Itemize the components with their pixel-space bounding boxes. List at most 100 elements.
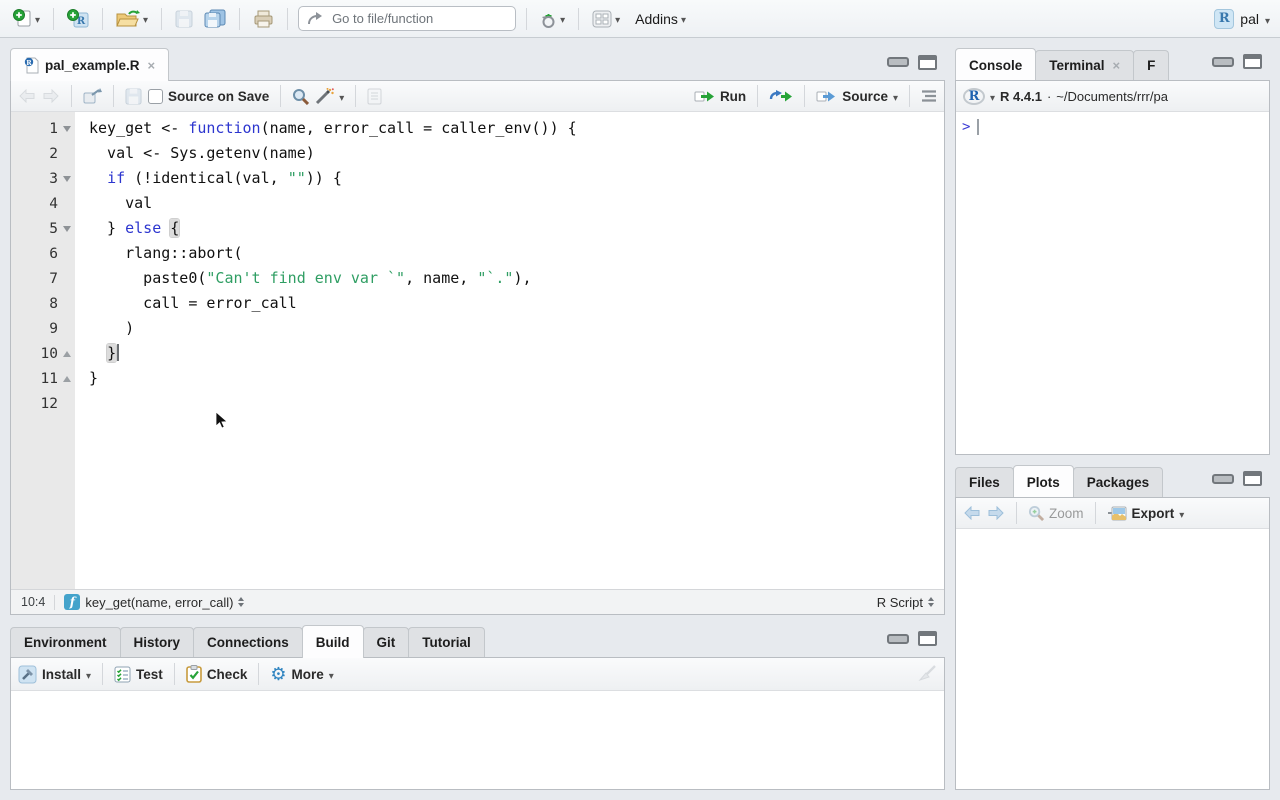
code-line[interactable]: } else { [89,216,944,241]
addins-button[interactable]: Addins [632,8,689,30]
code-line[interactable]: rlang::abort( [89,241,944,266]
gutter-row[interactable]: 9 [11,316,75,341]
r-version-caret-icon[interactable] [990,89,995,104]
minimize-icon[interactable] [1212,57,1234,67]
print-button[interactable] [250,8,277,30]
maximize-icon[interactable] [918,55,937,70]
plot-viewer[interactable] [956,529,1269,789]
clear-output-icon[interactable] [915,664,937,684]
open-file-caret-icon[interactable] [143,10,148,28]
code-line[interactable]: val <- Sys.getenv(name) [89,141,944,166]
tab-f[interactable]: F [1133,50,1169,80]
back-icon[interactable] [18,89,36,103]
code-lines[interactable]: key_get <- function(name, error_call = c… [75,112,944,589]
minimize-icon[interactable] [1212,474,1234,484]
document-outline-icon[interactable] [921,89,937,103]
test-button[interactable]: Test [114,666,163,683]
gutter-row[interactable]: 10 [11,341,75,366]
editor-gutter[interactable]: 123456789101112 [11,112,75,589]
code-line[interactable]: val [89,191,944,216]
forward-icon[interactable] [42,89,60,103]
new-file-caret-icon[interactable] [35,10,40,28]
run-button[interactable]: Run [694,89,746,104]
workspace-panes-button[interactable] [589,8,623,30]
gutter-row[interactable]: 1 [11,116,75,141]
source-on-save-toggle[interactable]: Source on Save [148,89,269,104]
fold-up-icon[interactable] [58,376,75,382]
minimize-icon[interactable] [887,57,909,67]
goto-file-search[interactable] [298,6,516,31]
tab-connections[interactable]: Connections [193,627,303,657]
install-caret-icon[interactable] [86,667,91,682]
code-line[interactable]: ) [89,316,944,341]
code-line[interactable]: } [89,366,944,391]
maximize-icon[interactable] [1243,54,1262,69]
save-button[interactable] [172,8,196,30]
maximize-icon[interactable] [1243,471,1262,486]
version-control-button[interactable] [537,7,568,31]
tab-terminal[interactable]: Terminal× [1035,50,1134,80]
gutter-row[interactable]: 4 [11,191,75,216]
tab-build[interactable]: Build [302,625,364,658]
more-caret-icon[interactable] [329,667,334,682]
tab-pal-example[interactable]: R pal_example.R × [10,48,169,81]
check-button[interactable]: Check [186,665,248,683]
source-button[interactable]: Source [816,89,898,104]
code-editor[interactable]: 123456789101112 key_get <- function(name… [11,112,944,589]
file-type-menu[interactable]: R Script [877,595,934,610]
next-plot-icon[interactable] [987,506,1005,520]
working-directory[interactable]: ~/Documents/rrr/pa [1056,89,1168,104]
fold-up-icon[interactable] [58,351,75,357]
compile-report-icon[interactable] [367,88,382,105]
tab-history[interactable]: History [120,627,195,657]
gutter-row[interactable]: 7 [11,266,75,291]
tab-git[interactable]: Git [363,627,410,657]
save-icon[interactable] [125,88,142,105]
find-replace-icon[interactable] [292,88,309,105]
zoom-plot-button[interactable]: Zoom [1028,505,1084,521]
code-line[interactable]: paste0("Can't find env var `", name, "`.… [89,266,944,291]
project-menu[interactable]: R pal [1214,9,1270,29]
gutter-row[interactable]: 12 [11,391,75,416]
tab-console[interactable]: Console [955,48,1036,80]
gutter-row[interactable]: 5 [11,216,75,241]
tab-environment[interactable]: Environment [10,627,121,657]
gutter-row[interactable]: 11 [11,366,75,391]
code-line[interactable]: call = error_call [89,291,944,316]
previous-plot-icon[interactable] [963,506,981,520]
install-button[interactable]: Install [18,665,91,684]
tab-plots[interactable]: Plots [1013,465,1074,497]
save-all-button[interactable] [201,7,229,30]
source-caret-icon[interactable] [893,89,898,104]
code-line[interactable]: if (!identical(val, "")) { [89,166,944,191]
rerun-icon[interactable] [769,90,793,103]
gutter-row[interactable]: 8 [11,291,75,316]
source-on-save-checkbox[interactable] [148,89,163,104]
new-project-button[interactable]: R [64,7,92,31]
tab-files[interactable]: Files [955,467,1014,497]
fold-down-icon[interactable] [58,226,75,232]
code-line[interactable]: key_get <- function(name, error_call = c… [89,116,944,141]
code-line[interactable]: } [89,341,944,366]
build-output[interactable] [11,691,944,789]
close-icon[interactable]: × [1113,58,1121,73]
popout-icon[interactable] [83,88,102,104]
function-context-menu[interactable]: f key_get(name, error_call) [64,594,244,610]
open-file-button[interactable] [113,8,151,30]
panes-caret-icon[interactable] [615,10,620,28]
maximize-icon[interactable] [918,631,937,646]
code-tools-button[interactable] [315,88,344,105]
tab-tutorial[interactable]: Tutorial [408,627,485,657]
fold-down-icon[interactable] [58,176,75,182]
more-button[interactable]: ⚙ More [270,665,333,683]
close-icon[interactable]: × [148,58,156,73]
gutter-row[interactable]: 6 [11,241,75,266]
minimize-icon[interactable] [887,634,909,644]
goto-file-input[interactable] [330,10,510,27]
gutter-row[interactable]: 3 [11,166,75,191]
code-line[interactable] [89,391,944,416]
tab-packages[interactable]: Packages [1073,467,1163,497]
gutter-row[interactable]: 2 [11,141,75,166]
version-control-caret-icon[interactable] [560,10,565,28]
new-file-button[interactable] [10,7,43,30]
